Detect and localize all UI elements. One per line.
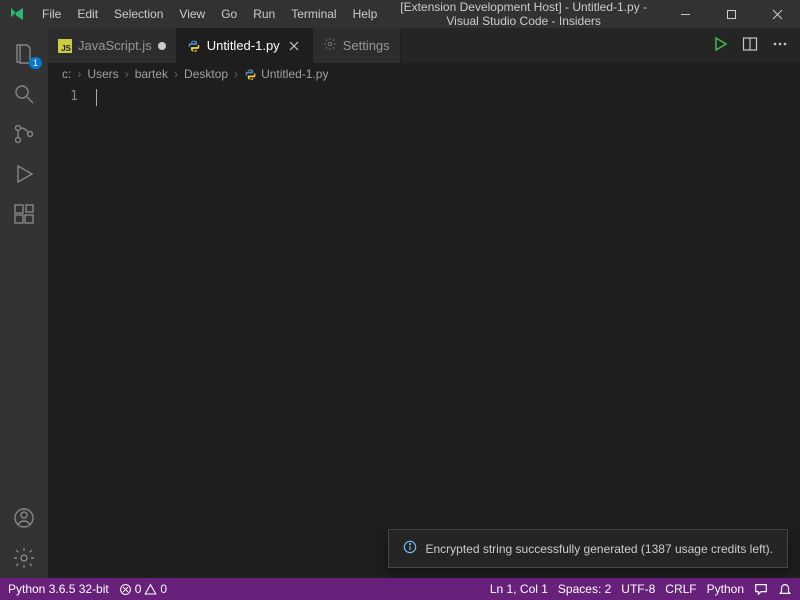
dirty-indicator — [158, 42, 166, 50]
status-eol[interactable]: CRLF — [665, 582, 696, 596]
status-problems[interactable]: 0 0 — [119, 582, 167, 596]
tab-bar: JS JavaScript.js Untitled-1.py Settings — [48, 28, 800, 63]
menu-view[interactable]: View — [171, 0, 213, 28]
status-encoding[interactable]: UTF-8 — [621, 582, 655, 596]
app-icon — [0, 6, 34, 22]
notification-text: Encrypted string successfully generated … — [425, 542, 773, 556]
tab-label: Untitled-1.py — [207, 38, 280, 53]
status-cursor[interactable]: Ln 1, Col 1 — [490, 582, 548, 596]
status-language[interactable]: Python — [707, 582, 744, 596]
settings-gear-icon[interactable] — [0, 538, 48, 578]
editor-area: JS JavaScript.js Untitled-1.py Settings — [48, 28, 800, 578]
close-button[interactable] — [754, 0, 800, 28]
chevron-right-icon: › — [234, 67, 238, 81]
maximize-button[interactable] — [708, 0, 754, 28]
info-icon — [403, 540, 417, 557]
activity-bar: 1 — [0, 28, 48, 578]
chevron-right-icon: › — [77, 67, 81, 81]
breadcrumb-segment[interactable]: bartek — [135, 67, 168, 81]
notification-toast[interactable]: Encrypted string successfully generated … — [388, 529, 788, 568]
notifications-icon[interactable] — [778, 582, 792, 596]
gear-icon — [323, 37, 337, 54]
js-file-icon: JS — [58, 39, 72, 53]
menu-terminal[interactable]: Terminal — [283, 0, 344, 28]
python-file-icon — [244, 68, 257, 81]
breadcrumb[interactable]: c: › Users › bartek › Desktop › Untitled… — [48, 63, 800, 85]
run-icon[interactable] — [712, 36, 728, 55]
close-tab-icon[interactable] — [286, 38, 302, 54]
menu-go[interactable]: Go — [213, 0, 245, 28]
feedback-icon[interactable] — [754, 582, 768, 596]
error-count: 0 — [135, 582, 142, 596]
code-area[interactable] — [96, 85, 800, 578]
window-controls — [662, 0, 800, 28]
tab-label: Settings — [343, 38, 390, 53]
window-title: [Extension Development Host] - Untitled-… — [385, 0, 662, 28]
tab-settings[interactable]: Settings — [313, 28, 401, 63]
tab-untitled-py[interactable]: Untitled-1.py — [177, 28, 313, 63]
python-file-icon — [187, 39, 201, 53]
menu-run[interactable]: Run — [245, 0, 283, 28]
line-number: 1 — [48, 89, 78, 104]
tab-label: JavaScript.js — [78, 38, 152, 53]
minimize-button[interactable] — [662, 0, 708, 28]
explorer-badge: 1 — [29, 57, 42, 69]
titlebar: File Edit Selection View Go Run Terminal… — [0, 0, 800, 28]
breadcrumb-segment[interactable]: Untitled-1.py — [261, 67, 328, 81]
text-cursor — [96, 89, 97, 106]
menu-bar: File Edit Selection View Go Run Terminal… — [34, 0, 385, 28]
status-indent[interactable]: Spaces: 2 — [558, 582, 611, 596]
breadcrumb-segment[interactable]: Users — [87, 67, 118, 81]
extensions-icon[interactable] — [0, 194, 48, 234]
menu-help[interactable]: Help — [345, 0, 386, 28]
run-debug-icon[interactable] — [0, 154, 48, 194]
tab-javascript[interactable]: JS JavaScript.js — [48, 28, 177, 63]
breadcrumb-segment[interactable]: Desktop — [184, 67, 228, 81]
editor-actions — [700, 28, 800, 63]
menu-selection[interactable]: Selection — [106, 0, 171, 28]
menu-edit[interactable]: Edit — [69, 0, 106, 28]
source-control-icon[interactable] — [0, 114, 48, 154]
warning-count: 0 — [160, 582, 167, 596]
menu-file[interactable]: File — [34, 0, 69, 28]
line-gutter: 1 — [48, 85, 96, 578]
status-bar: Python 3.6.5 32-bit 0 0 Ln 1, Col 1 Spac… — [0, 578, 800, 600]
explorer-icon[interactable]: 1 — [0, 34, 48, 74]
search-icon[interactable] — [0, 74, 48, 114]
status-interpreter[interactable]: Python 3.6.5 32-bit — [8, 582, 109, 596]
breadcrumb-segment[interactable]: c: — [62, 67, 71, 81]
editor[interactable]: 1 — [48, 85, 800, 578]
split-editor-icon[interactable] — [742, 36, 758, 55]
chevron-right-icon: › — [174, 67, 178, 81]
more-actions-icon[interactable] — [772, 36, 788, 55]
accounts-icon[interactable] — [0, 498, 48, 538]
chevron-right-icon: › — [125, 67, 129, 81]
